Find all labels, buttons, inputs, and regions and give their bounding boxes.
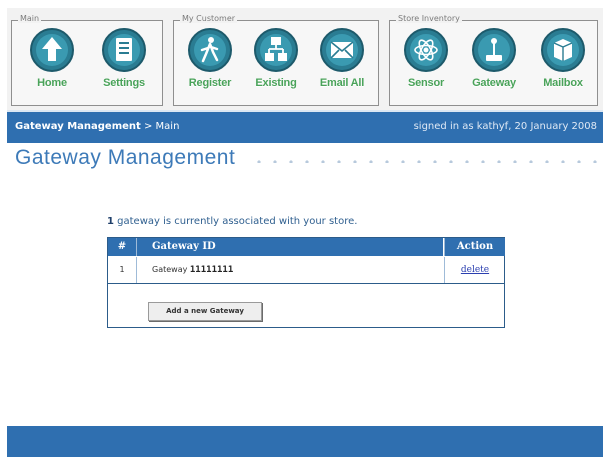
status-bar: Gateway Management > Main signed in as k… bbox=[7, 110, 603, 143]
nav-settings-button[interactable]: Settings bbox=[96, 27, 152, 101]
page-title: Gateway Management bbox=[15, 146, 236, 169]
nav-group-legend: My Customer bbox=[180, 14, 238, 23]
mailbox-icon bbox=[541, 28, 585, 72]
breadcrumb: Gateway Management > Main bbox=[15, 121, 179, 132]
settings-icon bbox=[102, 28, 146, 72]
nav-gateway-button[interactable]: Gateway bbox=[466, 27, 522, 101]
delete-gateway-link[interactable]: delete bbox=[461, 265, 489, 275]
nav-register-button[interactable]: Register bbox=[182, 27, 238, 101]
home-icon bbox=[30, 28, 74, 72]
nav-existing-button[interactable]: Existing bbox=[248, 27, 304, 101]
nav-email-all-label: Email All bbox=[319, 77, 365, 89]
gateway-id-cell: Gateway 11111111 bbox=[152, 257, 233, 283]
nav-home-button[interactable]: Home bbox=[24, 27, 80, 101]
footer-bar bbox=[7, 426, 603, 457]
breadcrumb-current-section[interactable]: Gateway Management bbox=[15, 121, 141, 132]
nav-group-main: Main Home Settings bbox=[11, 14, 163, 106]
column-header-number: # bbox=[108, 238, 137, 256]
breadcrumb-page: > Main bbox=[140, 121, 180, 132]
nav-existing-label: Existing bbox=[255, 77, 297, 89]
nav-group-my-customer: My Customer Register Existing Email All bbox=[173, 14, 379, 106]
nav-email-all-button[interactable]: Email All bbox=[314, 27, 370, 101]
column-header-gateway-id: Gateway ID bbox=[137, 238, 443, 256]
gateway-count-text: gateway is currently associated with you… bbox=[113, 216, 358, 227]
gateway-prefix: Gateway bbox=[152, 265, 190, 274]
nav-gateway-label: Gateway bbox=[472, 77, 516, 89]
nav-home-label: Home bbox=[37, 77, 67, 89]
action-cell: delete bbox=[444, 257, 505, 283]
gateway-count-message: 1 gateway is currently associated with y… bbox=[107, 216, 357, 227]
sensor-icon bbox=[404, 28, 448, 72]
column-header-action: Action bbox=[444, 238, 505, 256]
nav-mailbox-button[interactable]: Mailbox bbox=[535, 27, 591, 101]
signed-in-text: signed in as kathyf, 20 January 2008 bbox=[413, 121, 597, 132]
gateway-id-value: 11111111 bbox=[189, 265, 234, 275]
app-window: Main Home Settings My Customer Register … bbox=[7, 8, 603, 457]
row-number: 1 bbox=[108, 257, 137, 283]
title-dotted-divider bbox=[251, 160, 603, 163]
nav-group-store-inventory: Store Inventory Sensor Gateway Mailbox bbox=[389, 14, 598, 106]
nav-sensor-label: Sensor bbox=[407, 77, 445, 89]
nav-sensor-button[interactable]: Sensor bbox=[398, 27, 454, 101]
gateway-count: 1 bbox=[107, 216, 114, 227]
table-row: 1 Gateway 11111111 delete bbox=[108, 257, 504, 284]
top-navigation: Main Home Settings My Customer Register … bbox=[7, 8, 603, 110]
gateway-table: # Gateway ID Action 1 Gateway 11111111 d… bbox=[107, 237, 505, 328]
add-gateway-button[interactable]: Add a new Gateway bbox=[148, 302, 262, 321]
register-icon bbox=[188, 28, 232, 72]
nav-group-legend: Main bbox=[18, 14, 42, 23]
nav-group-legend: Store Inventory bbox=[396, 14, 462, 23]
email-icon bbox=[320, 28, 364, 72]
nav-register-label: Register bbox=[188, 77, 232, 89]
existing-icon bbox=[254, 28, 298, 72]
page-heading: Gateway Management bbox=[15, 144, 603, 174]
nav-mailbox-label: Mailbox bbox=[543, 77, 583, 89]
nav-settings-label: Settings bbox=[103, 77, 145, 89]
gateway-icon bbox=[472, 28, 516, 72]
